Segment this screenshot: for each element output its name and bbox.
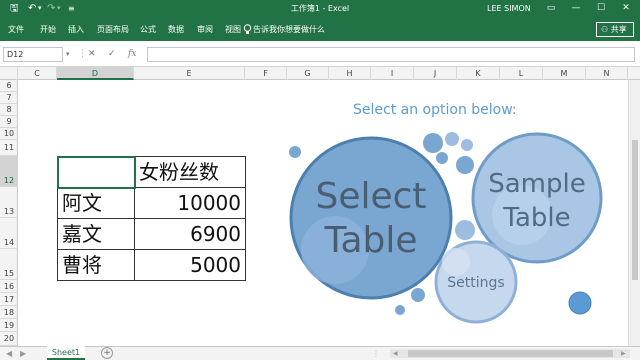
scroll-sheets-left-icon[interactable]: ◀ — [6, 347, 12, 360]
decorative-bubble — [568, 291, 592, 315]
vertical-scrollbar[interactable] — [628, 80, 640, 346]
horizontal-scroll-thumb[interactable] — [408, 350, 613, 357]
scroll-right-icon[interactable]: ▶ — [621, 347, 626, 360]
horizontal-scrollbar[interactable]: ◀ ▶ — [390, 349, 630, 358]
tab-split-grip-icon[interactable]: ⋮ — [372, 347, 380, 360]
select-table-label-line2: Table — [323, 220, 417, 261]
decorative-bubble — [461, 139, 473, 151]
decorative-bubble — [436, 152, 448, 164]
add-sheet-button[interactable]: + — [101, 347, 113, 359]
decorative-bubble — [395, 305, 405, 315]
select-table-button[interactable]: Select Table — [289, 136, 453, 300]
scroll-left-icon[interactable]: ◀ — [393, 347, 398, 360]
sample-table-label-line1: Sample — [488, 169, 586, 199]
decorative-bubble — [289, 146, 301, 158]
select-table-label-line1: Select — [315, 176, 426, 217]
sample-table-label-line2: Table — [502, 203, 570, 233]
decorative-bubble — [455, 220, 475, 240]
decorative-bubble — [411, 288, 425, 302]
sample-table-button[interactable]: Sample Table — [471, 132, 603, 264]
scroll-sheets-right-icon[interactable]: ▶ — [20, 347, 26, 360]
decorative-bubble — [445, 132, 459, 146]
decorative-bubble — [423, 133, 443, 153]
sheet-tab[interactable]: Sheet1 — [47, 346, 85, 360]
settings-label: Settings — [447, 275, 504, 291]
sheet-tab-bar: ◀ ▶ Sheet1 + ⋮ ◀ ▶ — [0, 346, 640, 360]
option-bubbles-graphic: Sample Table Select Table Settings — [289, 132, 603, 324]
settings-button[interactable]: Settings — [434, 240, 518, 324]
decorative-bubble — [456, 156, 474, 174]
vertical-scroll-thumb[interactable] — [632, 140, 638, 280]
